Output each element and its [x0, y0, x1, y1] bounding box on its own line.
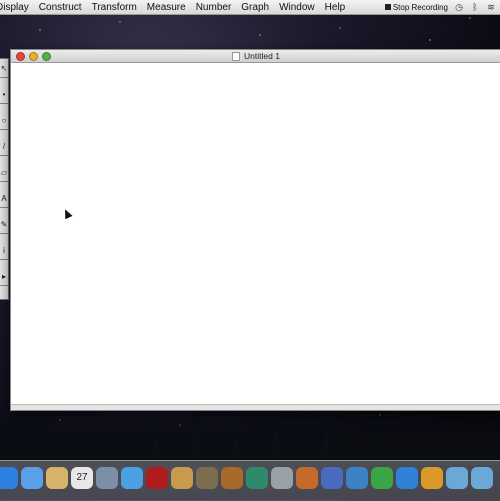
sketchpad-icon[interactable]: [346, 467, 368, 489]
text-icon[interactable]: A: [0, 191, 8, 208]
sketch-canvas[interactable]: [11, 63, 500, 404]
menu-display[interactable]: Display: [0, 2, 29, 13]
menu-help[interactable]: Help: [325, 2, 346, 13]
point-icon[interactable]: •: [0, 87, 8, 104]
document-icon: [232, 52, 241, 62]
preview-icon[interactable]: [96, 467, 118, 489]
document-window: Untitled 1: [10, 49, 500, 411]
menu-window[interactable]: Window: [279, 2, 315, 13]
migration-icon[interactable]: [421, 467, 443, 489]
keynote-icon[interactable]: [296, 467, 318, 489]
time-machine-icon[interactable]: [246, 467, 268, 489]
notes-icon[interactable]: [46, 467, 68, 489]
wifi-icon[interactable]: ≋: [486, 2, 496, 12]
itunes-icon[interactable]: [121, 467, 143, 489]
menu-measure[interactable]: Measure: [147, 2, 186, 13]
xcode-icon[interactable]: [321, 467, 343, 489]
close-icon[interactable]: [16, 52, 25, 61]
menu-construct[interactable]: Construct: [39, 2, 82, 13]
custom-tool-icon[interactable]: ▸: [0, 269, 8, 286]
zoom-icon[interactable]: [42, 52, 51, 61]
finder-icon[interactable]: [0, 467, 18, 489]
window-bottom-bar: [11, 404, 500, 410]
safari-icon[interactable]: [396, 467, 418, 489]
minimize-icon[interactable]: [29, 52, 38, 61]
stop-recording-label: Stop Recording: [392, 2, 448, 12]
time-machine-status-icon[interactable]: ◷: [454, 2, 464, 12]
photo-booth-icon[interactable]: [146, 467, 168, 489]
menu-extras: Stop Recording ◷ ᛒ ≋: [384, 0, 496, 14]
iphoto-icon[interactable]: [171, 467, 193, 489]
menu-bar: Display Construct Transform Measure Number Gr…: [0, 0, 500, 15]
screenshot-icon[interactable]: [271, 467, 293, 489]
facetime-icon[interactable]: [21, 467, 43, 489]
garageband-icon[interactable]: [221, 467, 243, 489]
bluetooth-icon[interactable]: ᛒ: [470, 2, 480, 12]
arrow-icon[interactable]: ↖: [0, 61, 8, 78]
stop-recording-button[interactable]: Stop Recording: [384, 2, 448, 12]
chrome-icon[interactable]: [371, 467, 393, 489]
polygon-icon[interactable]: ▱: [0, 165, 8, 182]
mouse-cursor-icon: [61, 207, 73, 220]
stop-icon: [384, 4, 391, 11]
window-titlebar[interactable]: Untitled 1: [11, 50, 500, 63]
menu-transform[interactable]: Transform: [92, 2, 137, 13]
menu-number[interactable]: Number: [196, 2, 232, 13]
dock: 27: [0, 460, 500, 501]
compass-icon[interactable]: ○: [0, 113, 8, 130]
downloads-icon[interactable]: [471, 467, 493, 489]
info-icon[interactable]: i: [0, 243, 8, 260]
marker-icon[interactable]: ✎: [0, 217, 8, 234]
window-title: Untitled 1: [244, 51, 280, 61]
imovie-icon[interactable]: [196, 467, 218, 489]
calendar-icon[interactable]: 27: [71, 467, 93, 489]
menu-graph[interactable]: Graph: [241, 2, 269, 13]
straightedge-icon[interactable]: /: [0, 139, 8, 156]
desktop-tree-silhouette: [0, 405, 500, 465]
menu-items: Display Construct Transform Measure Number Gr…: [0, 2, 345, 13]
tool-palette: ↖ • ○ / ▱ A ✎ i ▸: [0, 58, 9, 300]
window-controls: [16, 52, 51, 61]
folder-icon[interactable]: [446, 467, 468, 489]
